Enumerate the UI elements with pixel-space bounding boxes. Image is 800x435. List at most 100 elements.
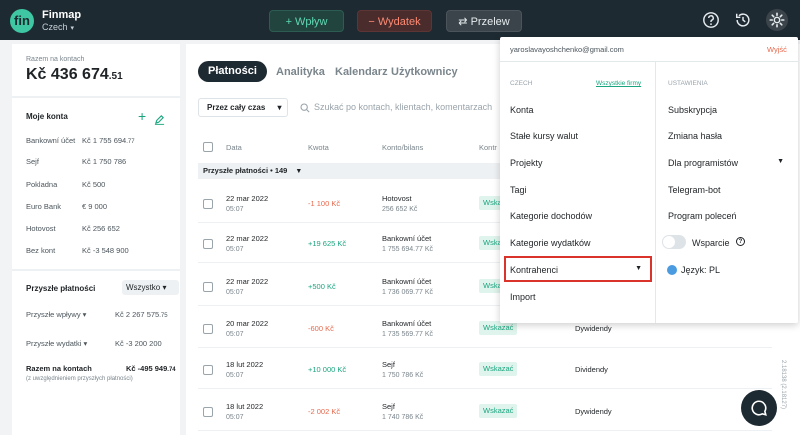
row-time: 05:07	[226, 414, 244, 421]
chevron-down-icon: ▾	[162, 283, 167, 292]
settings-button[interactable]	[766, 9, 788, 31]
row-amount: +10 000 Kč	[308, 365, 347, 374]
all-companies-link[interactable]: Wszystkie firmy	[596, 80, 641, 87]
row-category: Dywidendy	[575, 324, 612, 333]
menu-item-developers[interactable]: Dla programistów ▼	[668, 158, 784, 168]
table-row[interactable]: 18 lut 2022 05:07 -2 002 Kč Sejf 1 740 7…	[198, 394, 772, 431]
row-checkbox[interactable]	[203, 324, 213, 334]
account-name[interactable]: Bankowní účet	[26, 136, 75, 145]
row-checkbox[interactable]	[203, 199, 213, 209]
tab-analytics[interactable]: Analityka	[276, 66, 325, 78]
specify-badge[interactable]: Wskazać	[479, 404, 518, 418]
transfer-button[interactable]: ⇄ Przelew	[446, 10, 522, 32]
specify-badge[interactable]: Wskazać	[479, 321, 518, 335]
company-switcher[interactable]: Czech ▾	[42, 22, 74, 32]
chat-button[interactable]	[741, 390, 777, 426]
help-icon[interactable]: ?	[736, 237, 745, 246]
tab-users[interactable]: Użytkownicy	[391, 66, 458, 78]
row-category: Dividendy	[575, 365, 608, 374]
language-select[interactable]: Język: PL	[681, 265, 720, 275]
expense-button[interactable]: − Wydatek	[357, 10, 432, 32]
account-name[interactable]: Pokladna	[26, 180, 57, 189]
row-time: 05:07	[226, 372, 244, 379]
row-account: Sejf	[382, 402, 395, 411]
caret-down-icon: ▼	[777, 158, 784, 165]
column-counterparty[interactable]: Kontr	[479, 143, 497, 152]
row-amount: -600 Kč	[308, 324, 334, 333]
menu-item-change-password[interactable]: Zmiana hasła	[668, 131, 722, 141]
column-amount[interactable]: Kwota	[308, 143, 329, 152]
finmap-logo[interactable]: fin	[10, 9, 34, 33]
future-expenses-value: Kč -3 200 200	[115, 339, 162, 348]
accounts-sidebar: Razem na kontach Kč 436 674.51 Moje kont…	[12, 44, 180, 435]
help-icon[interactable]	[702, 11, 720, 29]
menu-item-expense-categories[interactable]: Kategorie wydatków	[510, 238, 591, 248]
menu-item-import[interactable]: Import	[510, 292, 536, 302]
tab-payments[interactable]: Płatności	[198, 61, 267, 82]
row-time: 05:07	[226, 289, 244, 296]
logout-link[interactable]: Wyjść	[767, 45, 787, 54]
history-icon[interactable]	[734, 11, 752, 29]
account-balance: € 9 000	[82, 202, 108, 211]
version-text: 2.18138 (2.18127)	[780, 360, 786, 410]
menu-item-telegram-bot[interactable]: Telegram-bot	[668, 185, 721, 195]
row-account: Sejf	[382, 360, 395, 369]
row-amount: -1 100 Kč	[308, 199, 341, 208]
edit-accounts-icon[interactable]	[154, 112, 165, 125]
account-balance: Kč 500	[82, 180, 106, 189]
app-name: Finmap	[42, 9, 82, 21]
specify-badge[interactable]: Wskazać	[479, 362, 518, 376]
account-balance: Kč 256 652	[82, 224, 120, 233]
chat-icon	[751, 400, 767, 416]
row-checkbox[interactable]	[203, 239, 213, 249]
column-date[interactable]: Data	[226, 143, 242, 152]
inflow-button[interactable]: + Wpływ	[269, 10, 344, 32]
future-expenses-toggle[interactable]: Przyszłe wydatki ▾	[26, 339, 87, 348]
row-amount: +19 625 Kč	[308, 239, 347, 248]
account-name[interactable]: Euro Bank	[26, 202, 61, 211]
add-account-icon[interactable]: +	[138, 108, 146, 124]
row-amount: -2 002 Kč	[308, 407, 341, 416]
row-balance: 1 740 786 Kč	[382, 414, 424, 421]
account-name[interactable]: Hotovost	[26, 224, 56, 233]
globe-icon	[667, 265, 677, 275]
tab-calendar[interactable]: Kalendarz	[335, 66, 388, 78]
menu-item-tags[interactable]: Tagi	[510, 185, 527, 195]
table-row[interactable]: 18 lut 2022 05:07 +10 000 Kč Sejf 1 750 …	[198, 352, 772, 389]
row-checkbox[interactable]	[203, 282, 213, 292]
search-input[interactable]: Szukać po kontach, klientach, komentarza…	[294, 98, 504, 117]
support-toggle[interactable]	[662, 235, 686, 249]
gear-icon	[769, 12, 785, 28]
menu-item-accounts[interactable]: Konta	[510, 105, 534, 115]
column-account[interactable]: Konto/bilans	[382, 143, 423, 152]
menu-item-income-categories[interactable]: Kategorie dochodów	[510, 211, 592, 221]
total-note: (z uwzględnieniem przyszłych płatności)	[26, 376, 133, 382]
row-date: 22 mar 2022	[226, 277, 269, 286]
account-balance: Kč 1 755 694.77	[82, 136, 135, 145]
row-account: Bankowní účet	[382, 277, 432, 286]
menu-item-projects[interactable]: Projekty	[510, 158, 543, 168]
period-filter[interactable]: Przez cały czas ▾	[198, 98, 288, 117]
row-date: 22 mar 2022	[226, 234, 269, 243]
row-date: 18 lut 2022	[226, 360, 264, 369]
menu-item-subscription[interactable]: Subskrypcja	[668, 105, 717, 115]
row-amount: +500 Kč	[308, 282, 336, 291]
row-balance: 256 652 Kč	[382, 206, 418, 213]
settings-section-title: USTAWIENIA	[668, 80, 708, 87]
future-filter-select[interactable]: Wszystko ▾	[122, 280, 179, 295]
account-name[interactable]: Bez kont	[26, 246, 55, 255]
row-balance: 1 736 069.77 Kč	[382, 289, 433, 296]
highlight-box	[504, 256, 652, 282]
menu-item-referral[interactable]: Program poleceń	[668, 211, 737, 221]
account-name[interactable]: Sejf	[26, 157, 39, 166]
select-all-checkbox[interactable]	[203, 142, 213, 152]
row-checkbox[interactable]	[203, 407, 213, 417]
divider	[500, 61, 798, 62]
menu-item-fixed-rates[interactable]: Stałe kursy walut	[510, 131, 578, 141]
future-inflows-value: Kč 2 267 575.75	[115, 310, 168, 319]
future-payments-title: Przyszłe płatności	[26, 284, 96, 293]
company-name: Czech	[42, 22, 68, 32]
row-checkbox[interactable]	[203, 365, 213, 375]
row-balance: 1 750 786 Kč	[382, 372, 424, 379]
future-inflows-toggle[interactable]: Przyszłe wpływy ▾	[26, 310, 86, 319]
